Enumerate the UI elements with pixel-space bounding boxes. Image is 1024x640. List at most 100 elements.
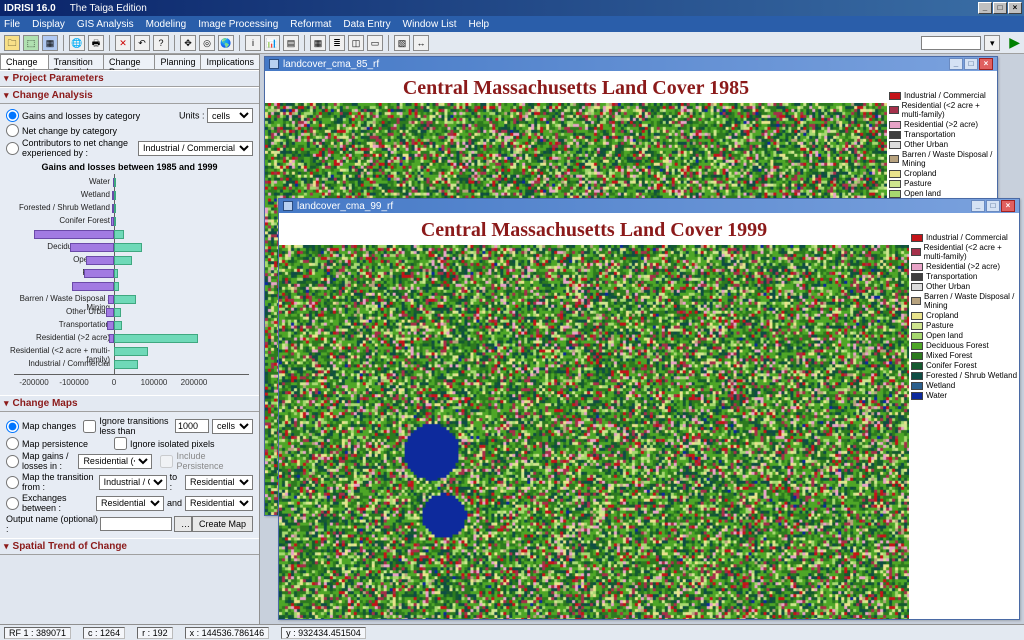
tab-planning[interactable]: Planning	[154, 54, 201, 69]
threshold-units[interactable]: cells	[212, 419, 253, 434]
tb-tile2-icon[interactable]: ▭	[367, 35, 383, 51]
mdi-workspace: landcover_cma_85_rf_□×Central Massachuse…	[260, 54, 1024, 624]
legend-swatch	[889, 92, 901, 100]
chart-category-label: Conifer Forest	[8, 216, 110, 225]
tb-gis-icon[interactable]: 🌐	[69, 35, 85, 51]
opt-map-persistence[interactable]: Map persistence	[6, 437, 114, 450]
legend-swatch	[889, 106, 899, 114]
tb-measure-icon[interactable]: ↔	[413, 35, 429, 51]
opt-gains-losses[interactable]: Gains and losses by category	[6, 109, 140, 122]
menu-help[interactable]: Help	[469, 19, 490, 30]
transition-from-select[interactable]: Industrial / Commercial	[99, 475, 167, 490]
command-slot[interactable]	[921, 36, 981, 50]
map-window-titlebar[interactable]: landcover_cma_99_rf_□×	[279, 199, 1019, 213]
tb-globe-icon[interactable]: 🌎	[218, 35, 234, 51]
legend-swatch	[911, 297, 921, 305]
exchange-b-select[interactable]: Residential (<2 acre + multi-family)	[185, 496, 253, 511]
section-change-analysis[interactable]: ▾ Change Analysis	[0, 87, 259, 104]
tb-legend-icon[interactable]: ≣	[329, 35, 345, 51]
menu-gis[interactable]: GIS Analysis	[77, 19, 134, 30]
transition-threshold[interactable]	[175, 419, 209, 433]
module-tabs: Change Analysis Transition Potentials Ch…	[0, 54, 259, 70]
tab-implications[interactable]: Implications	[200, 54, 260, 69]
legend-label: Forested / Shrub Wetland	[926, 371, 1017, 380]
chk-ignore-isolated[interactable]: Ignore isolated pixels	[114, 437, 215, 450]
legend-swatch	[911, 234, 923, 242]
close-button[interactable]: ×	[979, 58, 993, 70]
menu-imgproc[interactable]: Image Processing	[198, 19, 278, 30]
tb-undo-icon[interactable]: ↶	[134, 35, 150, 51]
legend-swatch	[911, 372, 923, 380]
minimize-button[interactable]: _	[949, 58, 963, 70]
menu-windowlist[interactable]: Window List	[403, 19, 457, 30]
tb-recenter-icon[interactable]: ◎	[199, 35, 215, 51]
tb-chart-icon[interactable]: 📊	[264, 35, 280, 51]
legend-item: Other Urban	[911, 282, 1017, 291]
units-label: Units :	[179, 111, 205, 121]
tab-transition-potentials[interactable]: Transition Potentials	[48, 54, 104, 69]
legend-label: Mixed Forest	[926, 351, 972, 360]
section-change-maps[interactable]: ▾ Change Maps	[0, 395, 259, 412]
opt-net-change[interactable]: Net change by category	[6, 124, 117, 137]
menu-file[interactable]: File	[4, 19, 20, 30]
map-window-titlebar[interactable]: landcover_cma_85_rf_□×	[265, 57, 997, 71]
transition-to-select[interactable]: Residential (<2 acre + multi-family)	[185, 475, 253, 490]
units-select[interactable]: cells	[207, 108, 253, 123]
tb-print-icon[interactable]: 🖶	[88, 35, 104, 51]
tb-table-icon[interactable]: ▤	[283, 35, 299, 51]
maximize-button[interactable]: □	[964, 58, 978, 70]
create-map-button[interactable]: Create Map	[192, 516, 253, 532]
exchange-a-select[interactable]: Residential (<2 acre + multi-family)	[96, 496, 164, 511]
dropdown-icon[interactable]: ▾	[984, 35, 1000, 51]
change-analysis-body: Gains and losses by category Units : cel…	[0, 104, 259, 395]
tab-change-analysis[interactable]: Change Analysis	[0, 54, 49, 69]
maximize-button[interactable]: □	[986, 200, 1000, 212]
menu-reformat[interactable]: Reformat	[290, 19, 331, 30]
opt-contributors[interactable]: Contributors to net change experienced b…	[6, 138, 134, 158]
legend-item: Other Urban	[889, 140, 995, 149]
tb-overlay-icon[interactable]: ▧	[394, 35, 410, 51]
contributors-select[interactable]: Industrial / Commercial	[138, 141, 253, 156]
opt-map-gains-losses[interactable]: Map gains / losses in :	[6, 451, 78, 471]
map-window[interactable]: landcover_cma_99_rf_□×Central Massachuse…	[278, 198, 1020, 620]
tab-change-prediction[interactable]: Change Prediction	[103, 54, 155, 69]
opt-exchanges[interactable]: Exchanges between :	[6, 493, 96, 513]
opt-map-transition[interactable]: Map the transition from :	[6, 472, 99, 492]
app-edition: The Taiga Edition	[70, 3, 147, 14]
maximize-button[interactable]: □	[993, 2, 1007, 14]
minimize-button[interactable]: _	[978, 2, 992, 14]
tb-grid-icon[interactable]: ▦	[310, 35, 326, 51]
section-spatial-trend[interactable]: ▾ Spatial Trend of Change	[0, 538, 259, 555]
chk-ignore-transitions[interactable]: Ignore transitions less than	[83, 416, 172, 436]
browse-button[interactable]: …	[174, 516, 192, 532]
minimize-button[interactable]: _	[971, 200, 985, 212]
output-name-input[interactable]	[100, 517, 172, 531]
section-project-parameters[interactable]: ▾ Project Parameters	[0, 70, 259, 87]
close-button[interactable]: ×	[1001, 200, 1015, 212]
status-col: c : 1264	[83, 627, 125, 639]
toolbar: 🗀 ⬚ ▦ 🌐 🖶 ✕ ↶ ? ✥ ◎ 🌎 i 📊 ▤ ▦ ≣ ◫ ▭ ▧ ↔ …	[0, 32, 1024, 54]
legend-item: Mixed Forest	[911, 351, 1017, 360]
tb-collection-icon[interactable]: ⬚	[23, 35, 39, 51]
menu-display[interactable]: Display	[32, 19, 65, 30]
map-canvas[interactable]	[279, 245, 909, 619]
tb-identify-icon[interactable]: i	[245, 35, 261, 51]
close-button[interactable]: ×	[1008, 2, 1022, 14]
legend-swatch	[889, 180, 901, 188]
legend-item: Residential (<2 acre + multi-family)	[889, 101, 995, 119]
tb-pan-icon[interactable]: ✥	[180, 35, 196, 51]
menu-dataentry[interactable]: Data Entry	[343, 19, 390, 30]
tb-display-icon[interactable]: ▦	[42, 35, 58, 51]
tb-delete-icon[interactable]: ✕	[115, 35, 131, 51]
gl-class-select[interactable]: Residential (<2 acre + multi-family)	[78, 454, 152, 469]
tb-explorer-icon[interactable]: 🗀	[4, 35, 20, 51]
status-row: r : 192	[137, 627, 173, 639]
run-icon[interactable]: ▶	[1009, 34, 1020, 51]
tb-tile-icon[interactable]: ◫	[348, 35, 364, 51]
legend-item: Industrial / Commercial	[911, 233, 1017, 242]
legend-label: Conifer Forest	[926, 361, 977, 370]
tb-query-icon[interactable]: ?	[153, 35, 169, 51]
expand-icon: ▾	[4, 541, 9, 552]
opt-map-changes[interactable]: Map changes	[6, 420, 83, 433]
menu-modeling[interactable]: Modeling	[146, 19, 187, 30]
